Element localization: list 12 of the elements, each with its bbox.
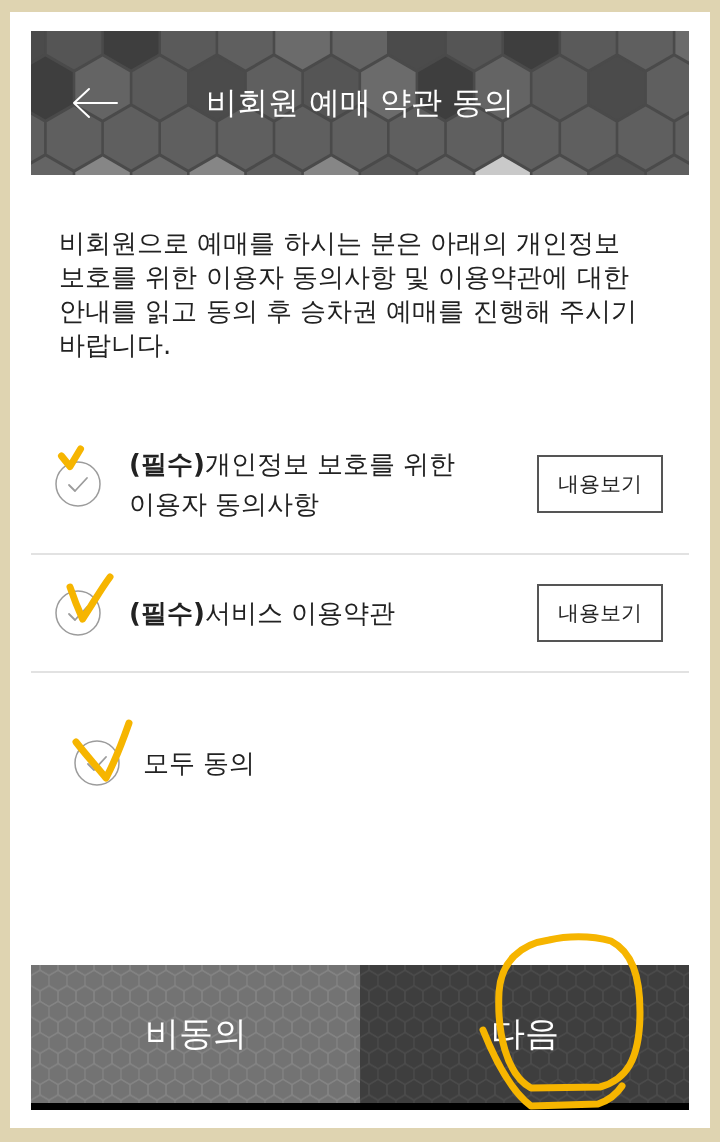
intro-text: 비회원으로 예매를 하시는 분은 아래의 개인정보 보호를 위한 이용자 동의사항 및 이용약관에 대한 안내를 읽고 동의 후 승차권 예매를 진행해 주시기 바랍니다. — [59, 227, 638, 362]
term-label: (필수)서비스 이용약관 — [129, 597, 396, 630]
screen-title: 비회원 예매 약관 동의 — [205, 83, 515, 122]
view-button[interactable]: 내용보기 — [537, 584, 663, 642]
view-button[interactable]: 내용보기 — [537, 455, 663, 513]
back-arrow-icon[interactable] — [72, 87, 118, 119]
disagree-button[interactable]: 비동의 — [31, 965, 360, 1103]
agree-all-label[interactable]: 모두 동의 — [143, 743, 256, 783]
checkbox[interactable] — [74, 740, 120, 786]
checkbox[interactable] — [55, 590, 101, 636]
term-label: (필수)개인정보 보호를 위한 이용자 동의사항 — [129, 448, 457, 521]
checkbox[interactable] — [55, 461, 101, 507]
